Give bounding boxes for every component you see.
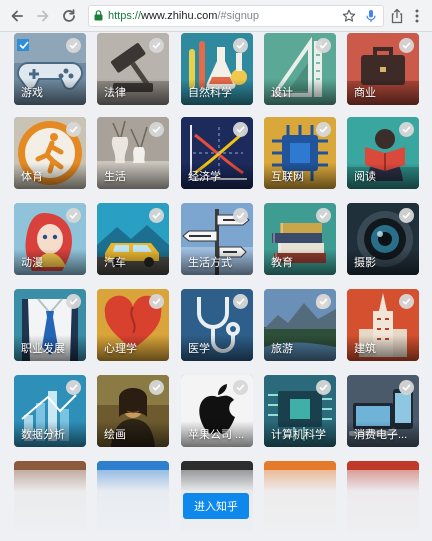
topic-tile[interactable]: 游戏 xyxy=(14,33,86,105)
check-icon[interactable] xyxy=(233,380,248,395)
check-icon[interactable] xyxy=(233,38,248,53)
address-bar[interactable]: https://www.zhihu.com/#signup xyxy=(88,4,384,27)
url-path: /#signup xyxy=(217,9,260,22)
topic-tile[interactable]: 教育 xyxy=(264,203,336,275)
topic-label: 生活方式 xyxy=(188,257,232,269)
check-icon[interactable] xyxy=(316,122,331,137)
topic-tile[interactable]: 旅游 xyxy=(264,289,336,361)
check-icon[interactable] xyxy=(316,294,331,309)
check-icon[interactable] xyxy=(233,208,248,223)
topic-label: 生活 xyxy=(104,171,126,183)
topic-label: 法律 xyxy=(104,87,126,99)
topic-label: 教育 xyxy=(271,257,293,269)
topic-label: 计算机科学 xyxy=(271,429,326,441)
topic-label: 心理学 xyxy=(104,343,137,355)
check-icon[interactable] xyxy=(399,380,414,395)
topic-label: 设计 xyxy=(271,87,293,99)
topic-tile[interactable]: 职业发展 xyxy=(14,289,86,361)
microphone-icon[interactable] xyxy=(364,9,378,23)
topic-label: 经济学 xyxy=(188,171,221,183)
topic-label: 自然科学 xyxy=(188,87,232,99)
topic-label: 医学 xyxy=(188,343,210,355)
topic-label: 绘画 xyxy=(104,429,126,441)
check-icon[interactable] xyxy=(149,380,164,395)
topic-label: 体育 xyxy=(21,171,43,183)
check-icon[interactable] xyxy=(66,380,81,395)
check-icon[interactable] xyxy=(233,294,248,309)
topic-label: 苹果公司 ... xyxy=(188,429,245,441)
topic-tile[interactable]: 摄影 xyxy=(347,203,419,275)
topic-tile[interactable]: 数据分析 xyxy=(14,375,86,447)
topic-tile[interactable]: 商业 xyxy=(347,33,419,105)
check-icon[interactable] xyxy=(399,38,414,53)
check-icon[interactable] xyxy=(316,380,331,395)
topic-tile[interactable]: 计算机科学 xyxy=(264,375,336,447)
topic-tile[interactable]: 消费电子... xyxy=(347,375,419,447)
check-icon[interactable] xyxy=(316,208,331,223)
topic-label: 摄影 xyxy=(354,257,376,269)
lock-icon xyxy=(94,10,103,21)
check-icon[interactable] xyxy=(399,294,414,309)
topic-tile[interactable]: 体育 xyxy=(14,117,86,189)
check-icon[interactable] xyxy=(399,208,414,223)
check-icon[interactable] xyxy=(316,38,331,53)
browser-toolbar: https://www.zhihu.com/#signup xyxy=(0,0,432,32)
topic-label: 旅游 xyxy=(271,343,293,355)
check-icon[interactable] xyxy=(149,122,164,137)
url-host: www.zhihu.com xyxy=(141,9,218,22)
topic-grid: 游戏 法律 自然科学 设计 商业 体育 生活 经济学 互联网 阅读 动漫 汽车 … xyxy=(0,33,432,541)
topic-tile[interactable]: 阅读 xyxy=(347,117,419,189)
topic-tile[interactable]: 互联网 xyxy=(264,117,336,189)
topic-tile[interactable]: 动漫 xyxy=(14,203,86,275)
check-icon[interactable] xyxy=(149,208,164,223)
check-icon[interactable] xyxy=(233,122,248,137)
back-arrow-icon[interactable] xyxy=(4,3,30,29)
share-icon[interactable] xyxy=(390,8,404,24)
topic-label: 数据分析 xyxy=(21,429,65,441)
topic-label: 汽车 xyxy=(104,257,126,269)
topic-tile[interactable]: 绘画 xyxy=(97,375,169,447)
check-icon[interactable] xyxy=(66,294,81,309)
topic-label: 商业 xyxy=(354,87,376,99)
topic-tile[interactable]: 苹果公司 ... xyxy=(181,375,253,447)
topic-label: 消费电子... xyxy=(354,429,408,441)
bookmark-star-icon[interactable] xyxy=(342,9,356,23)
topic-label: 建筑 xyxy=(354,343,376,355)
check-icon[interactable] xyxy=(66,208,81,223)
topic-tile[interactable]: 生活 xyxy=(97,117,169,189)
topic-tile[interactable]: 自然科学 xyxy=(181,33,253,105)
topic-tile[interactable]: 经济学 xyxy=(181,117,253,189)
check-icon[interactable] xyxy=(66,122,81,137)
check-icon[interactable] xyxy=(149,38,164,53)
topic-label: 游戏 xyxy=(21,87,43,99)
check-icon[interactable] xyxy=(149,294,164,309)
topic-tile[interactable]: 生活方式 xyxy=(181,203,253,275)
more-menu-icon[interactable] xyxy=(412,8,422,24)
topic-label: 互联网 xyxy=(271,171,304,183)
topic-tile[interactable]: 设计 xyxy=(264,33,336,105)
url-text: https://www.zhihu.com/#signup xyxy=(108,10,259,22)
topic-tile[interactable]: 建筑 xyxy=(347,289,419,361)
topic-label: 阅读 xyxy=(354,171,376,183)
forward-arrow-icon[interactable] xyxy=(30,3,56,29)
enter-zhihu-button[interactable]: 进入知乎 xyxy=(183,493,249,519)
url-scheme: https:// xyxy=(108,9,142,22)
check-icon[interactable] xyxy=(399,122,414,137)
topic-label: 动漫 xyxy=(21,257,43,269)
topic-tile[interactable]: 心理学 xyxy=(97,289,169,361)
topic-tile[interactable]: 汽车 xyxy=(97,203,169,275)
reload-icon[interactable] xyxy=(56,3,82,29)
check-icon[interactable] xyxy=(66,38,81,53)
topic-tile[interactable]: 法律 xyxy=(97,33,169,105)
topic-tile[interactable]: 医学 xyxy=(181,289,253,361)
topic-label: 职业发展 xyxy=(21,343,65,355)
